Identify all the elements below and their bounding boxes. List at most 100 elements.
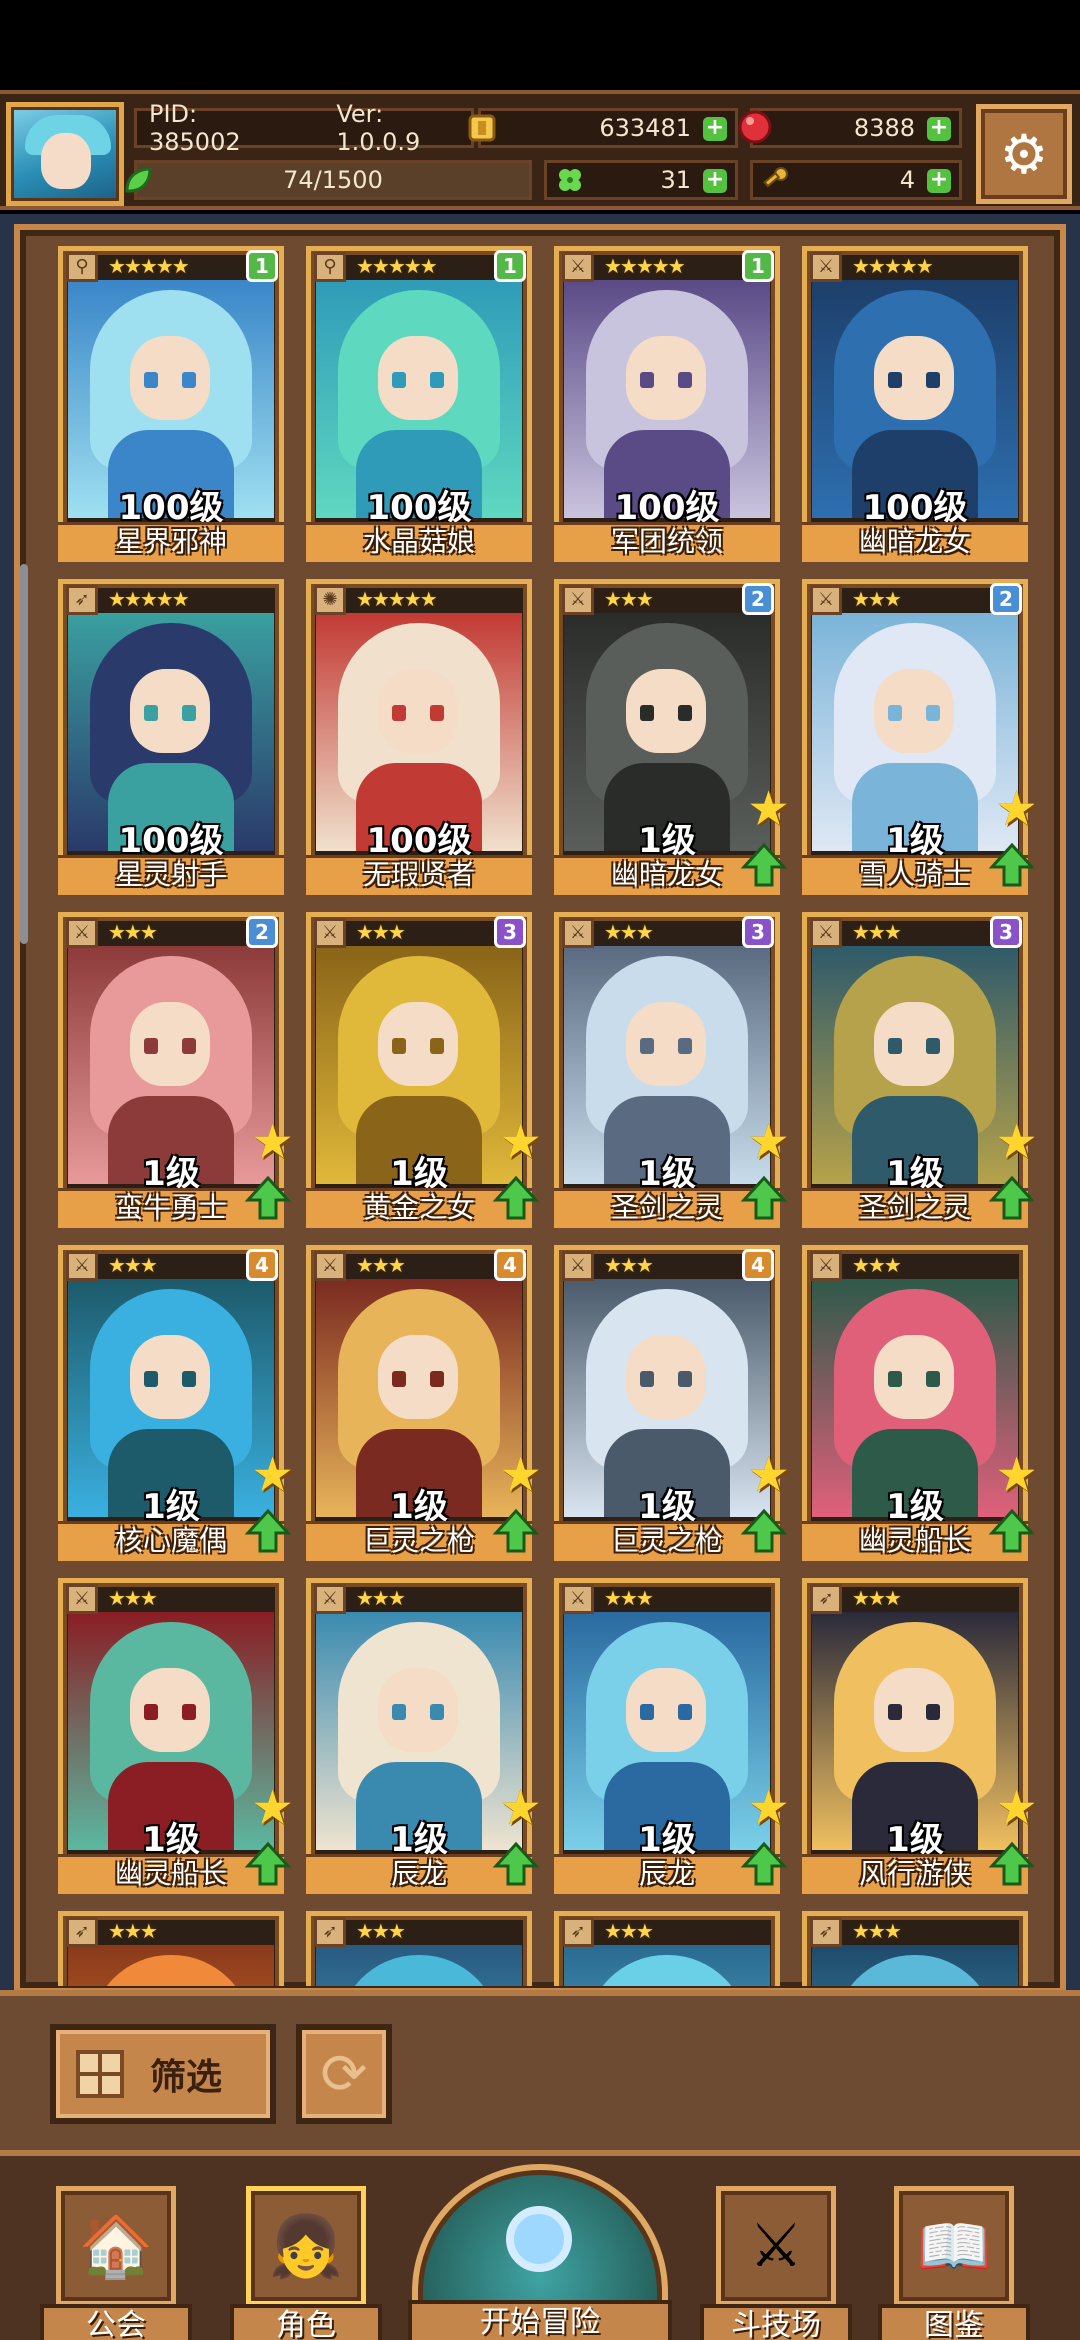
character-card[interactable]: ➶ ★★★ 1级 风行游侠 ★ bbox=[802, 1578, 1034, 1894]
filter-button[interactable]: 筛选 bbox=[50, 2024, 276, 2124]
character-card[interactable]: ⚔ ★★★ 1级 幽灵船长 ★ bbox=[802, 1245, 1034, 1561]
character-card[interactable]: ⚔ ★★★ 4 1级 核心魔偶 ★ bbox=[58, 1245, 294, 1561]
refresh-button[interactable]: ⟳ bbox=[296, 2024, 392, 2124]
character-card[interactable]: ⚔ ★★★ 2 1级 雪人骑士 ★ bbox=[802, 579, 1034, 895]
character-name: 无瑕贤者 bbox=[362, 858, 475, 891]
add-gem-button[interactable]: + bbox=[927, 117, 951, 141]
rank-badge: 3 bbox=[742, 916, 774, 948]
magnifier-icon bbox=[506, 2206, 572, 2272]
bow-icon: ➶ bbox=[314, 1917, 346, 1947]
character-card[interactable]: ➶ ★★★★★ 100级 星灵射手 bbox=[58, 579, 284, 895]
character-card[interactable]: ⚲ ★★★★★ 1 100级 星界邪神 bbox=[58, 246, 284, 562]
scrollbar[interactable] bbox=[20, 564, 28, 944]
upgrade-arrow-icon bbox=[740, 1175, 788, 1220]
character-card[interactable]: ✺ ★★★★★ 100级 无瑕贤者 bbox=[306, 579, 532, 895]
add-gold-button[interactable]: + bbox=[703, 117, 727, 141]
add-clover-button[interactable]: + bbox=[703, 169, 727, 193]
portrait-eye bbox=[640, 372, 654, 388]
bow-icon: ➶ bbox=[810, 1917, 842, 1947]
character-card[interactable]: ➶ ★★★ bbox=[554, 1911, 780, 1986]
character-card[interactable]: ⚔ ★★★ 2 1级 幽暗龙女 ★ bbox=[554, 579, 790, 895]
gem-counter: 8388 + bbox=[738, 108, 962, 148]
nav-characters-label: 角色 bbox=[230, 2304, 382, 2340]
star-rating: ★★★ bbox=[108, 1919, 158, 1943]
bow-icon: ➶ bbox=[810, 1584, 842, 1614]
upgrade-arrow-icon bbox=[492, 1841, 540, 1886]
rank-badge: 2 bbox=[990, 583, 1022, 615]
portrait-eye bbox=[678, 705, 692, 721]
character-card[interactable]: ⚔ ★★★ 3 1级 圣剑之灵 ★ bbox=[802, 912, 1034, 1228]
star-rating: ★★★ bbox=[852, 920, 902, 944]
nav-characters[interactable]: 👧 角色 bbox=[230, 2186, 382, 2340]
card-topbar: ➶ ★★★ bbox=[66, 1917, 276, 1947]
portrait-eye bbox=[640, 1704, 654, 1720]
character-card[interactable]: ⚔ ★★★ 1级 辰龙 ★ bbox=[306, 1578, 542, 1894]
star-rating: ★★★ bbox=[604, 1253, 654, 1277]
star-upgrade-icon: ★ bbox=[994, 1114, 1034, 1170]
portrait-face bbox=[130, 1335, 210, 1419]
card-topbar: ✺ ★★★★★ bbox=[314, 585, 524, 615]
star-rating: ★★★★★ bbox=[108, 587, 190, 611]
star-rating: ★★★ bbox=[356, 1919, 406, 1943]
nav-arena[interactable]: ⚔ 斗技场 bbox=[700, 2186, 852, 2340]
card-topbar: ⚲ ★★★★★ 1 bbox=[314, 250, 526, 282]
star-upgrade-icon: ★ bbox=[746, 781, 790, 837]
character-card[interactable]: ⚔ ★★★★★ 1 100级 军团统领 bbox=[554, 246, 780, 562]
portrait-face bbox=[874, 1002, 954, 1086]
character-card[interactable]: ⚔ ★★★ 3 1级 黄金之女 ★ bbox=[306, 912, 542, 1228]
add-key-button[interactable]: + bbox=[927, 169, 951, 193]
crossed-swords-icon: ⚔ bbox=[716, 2186, 836, 2306]
sword-icon: ⚔ bbox=[562, 1584, 594, 1614]
portrait-face bbox=[626, 336, 706, 420]
upgrade-arrow-icon bbox=[740, 842, 788, 887]
portrait-eye bbox=[678, 372, 692, 388]
staff-icon: ⚲ bbox=[314, 252, 346, 282]
sword-icon: ⚔ bbox=[562, 585, 594, 615]
character-card[interactable]: ⚔ ★★★ 4 1级 巨灵之枪 ★ bbox=[306, 1245, 542, 1561]
card-topbar: ⚔ ★★★ 4 bbox=[66, 1249, 278, 1281]
portrait-eye bbox=[392, 1038, 406, 1054]
gem-value: 8388 bbox=[853, 114, 915, 142]
portrait-face bbox=[378, 1002, 458, 1086]
player-avatar[interactable] bbox=[6, 102, 124, 206]
character-card[interactable]: ➶ ★★★ bbox=[58, 1911, 284, 1986]
settings-button[interactable]: ⚙ bbox=[976, 104, 1072, 204]
character-card[interactable]: ⚔ ★★★★★ 100级 幽暗龙女 bbox=[802, 246, 1028, 562]
character-card[interactable]: ⚔ ★★★ 2 1级 蛮牛勇士 ★ bbox=[58, 912, 294, 1228]
star-upgrade-icon: ★ bbox=[746, 1114, 790, 1170]
star-rating: ★★★ bbox=[604, 1586, 654, 1610]
rank-badge: 3 bbox=[990, 916, 1022, 948]
star-rating: ★★★ bbox=[852, 1253, 902, 1277]
portrait-face bbox=[874, 1335, 954, 1419]
character-card[interactable]: ⚔ ★★★ 1级 幽灵船长 ★ bbox=[58, 1578, 294, 1894]
character-card[interactable]: ➶ ★★★ bbox=[306, 1911, 532, 1986]
portrait-hair bbox=[338, 1955, 500, 1986]
upgrade-arrow-icon bbox=[244, 1841, 292, 1886]
card-topbar: ➶ ★★★ bbox=[314, 1917, 524, 1947]
card-topbar: ⚔ ★★★ 4 bbox=[314, 1249, 526, 1281]
status-bar bbox=[0, 0, 1080, 90]
star-upgrade-icon: ★ bbox=[250, 1780, 294, 1836]
sword-icon: ⚔ bbox=[562, 1251, 594, 1281]
nav-guild[interactable]: 🏠 公会 bbox=[40, 2186, 192, 2340]
card-topbar: ⚔ ★★★ 3 bbox=[314, 916, 526, 948]
portrait-eye bbox=[182, 372, 196, 388]
character-card[interactable]: ⚔ ★★★ 3 1级 圣剑之灵 ★ bbox=[554, 912, 790, 1228]
character-card[interactable]: ⚔ ★★★ 4 1级 巨灵之枪 ★ bbox=[554, 1245, 790, 1561]
portrait-hair bbox=[90, 1955, 252, 1986]
nav-start-adventure[interactable]: 开始冒险 bbox=[408, 2164, 672, 2340]
star-upgrade-icon: ★ bbox=[994, 1780, 1034, 1836]
star-rating: ★★★ bbox=[356, 920, 406, 944]
character-card[interactable]: ⚔ ★★★ 1级 辰龙 ★ bbox=[554, 1578, 790, 1894]
star-rating: ★★★ bbox=[852, 587, 902, 611]
card-topbar: ⚔ ★★★ 2 bbox=[562, 583, 774, 615]
character-card[interactable]: ⚲ ★★★★★ 1 100级 水晶菇娘 bbox=[306, 246, 532, 562]
card-topbar: ⚔ ★★★ 3 bbox=[562, 916, 774, 948]
portrait-eye bbox=[640, 1038, 654, 1054]
nav-codex[interactable]: 📖 图鉴 bbox=[878, 2186, 1030, 2340]
exp-bar: 74/1500 bbox=[125, 160, 532, 200]
portrait-face bbox=[378, 1335, 458, 1419]
character-card[interactable]: ➶ ★★★ bbox=[802, 1911, 1028, 1986]
portrait-eye bbox=[888, 705, 902, 721]
portrait-eye bbox=[430, 1371, 444, 1387]
